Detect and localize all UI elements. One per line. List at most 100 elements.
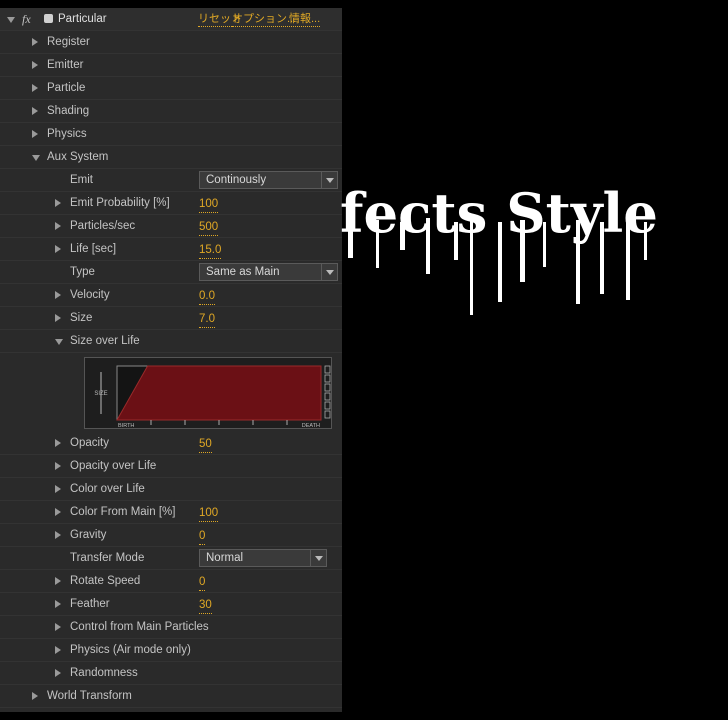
collapsed-triangle-icon[interactable] <box>55 439 61 447</box>
collapsed-triangle-icon[interactable] <box>55 314 61 322</box>
param-row-life-sec[interactable]: Life [sec] 15.0 <box>0 238 342 261</box>
param-value[interactable]: 100 <box>199 196 219 213</box>
param-dropdown[interactable]: Same as Main <box>199 263 338 281</box>
fx-badge[interactable]: fx <box>22 8 31 30</box>
param-label: Physics (Air mode only) <box>70 644 191 656</box>
param-label: Control from Main Particles <box>70 621 209 633</box>
size-over-life-graph[interactable]: SIZE BIRTH DEATH <box>84 357 332 429</box>
param-row-emitter[interactable]: Emitter <box>0 54 342 77</box>
param-dropdown[interactable]: Normal <box>199 549 327 567</box>
collapsed-triangle-icon[interactable] <box>55 531 61 539</box>
collapsed-triangle-icon[interactable] <box>55 600 61 608</box>
expanded-triangle-icon[interactable] <box>32 155 40 161</box>
param-row-control-from-main-particles[interactable]: Control from Main Particles <box>0 616 342 639</box>
chevron-down-icon[interactable] <box>321 172 337 188</box>
collapsed-triangle-icon[interactable] <box>32 38 38 46</box>
param-label: Velocity <box>70 289 110 301</box>
param-value[interactable]: 100 <box>199 505 219 522</box>
param-row-emit[interactable]: Emit Continously <box>0 169 342 192</box>
param-row-size[interactable]: Size 7.0 <box>0 307 342 330</box>
param-label: World Transform <box>47 690 132 702</box>
param-value[interactable]: 0.0 <box>199 288 215 305</box>
collapsed-triangle-icon[interactable] <box>55 245 61 253</box>
param-value[interactable]: 0 <box>199 574 206 591</box>
x-start-label: BIRTH <box>118 423 134 428</box>
param-label: Size over Life <box>70 335 140 347</box>
param-row-physics-air-mode-only[interactable]: Physics (Air mode only) <box>0 639 342 662</box>
collapsed-triangle-icon[interactable] <box>32 692 38 700</box>
collapsed-triangle-icon[interactable] <box>55 669 61 677</box>
collapsed-triangle-icon[interactable] <box>32 61 38 69</box>
param-row-type[interactable]: Type Same as Main <box>0 261 342 284</box>
param-row-velocity[interactable]: Velocity 0.0 <box>0 284 342 307</box>
chevron-down-icon[interactable] <box>310 550 326 566</box>
param-row-randomness[interactable]: Randomness <box>0 662 342 685</box>
graph-preset-button <box>324 410 331 419</box>
param-label: Color over Life <box>70 483 145 495</box>
collapsed-triangle-icon[interactable] <box>55 623 61 631</box>
collapsed-triangle-icon[interactable] <box>55 485 61 493</box>
param-label: Physics <box>47 128 87 140</box>
artwork-title: fects Style <box>340 181 658 245</box>
collapsed-triangle-icon[interactable] <box>32 107 38 115</box>
param-label: Shading <box>47 105 90 117</box>
param-label: Feather <box>70 598 110 610</box>
dropdown-value: Same as Main <box>206 266 280 278</box>
collapsed-triangle-icon[interactable] <box>32 130 38 138</box>
collapsed-triangle-icon[interactable] <box>32 84 38 92</box>
size-curve-fill <box>116 365 322 421</box>
param-row-color-from-main[interactable]: Color From Main [%] 100 <box>0 501 342 524</box>
param-row-register[interactable]: Register <box>0 31 342 54</box>
chevron-down-icon[interactable] <box>321 264 337 280</box>
param-label: Size <box>70 312 93 324</box>
dropdown-value: Normal <box>206 552 244 564</box>
effect-controls-panel: fx Particular リセット オプション... 情報... Regist… <box>0 8 342 712</box>
collapsed-triangle-icon[interactable] <box>55 199 61 207</box>
collapsed-triangle-icon[interactable] <box>55 508 61 516</box>
param-value[interactable]: 15.0 <box>199 242 222 259</box>
param-row-opacity[interactable]: Opacity 50 <box>0 432 342 455</box>
param-row-rotate-speed[interactable]: Rotate Speed 0 <box>0 570 342 593</box>
param-value[interactable]: 50 <box>199 436 212 453</box>
param-row-feather[interactable]: Feather 30 <box>0 593 342 616</box>
expanded-triangle-icon[interactable] <box>55 339 63 345</box>
collapsed-triangle-icon[interactable] <box>55 646 61 654</box>
about-link[interactable]: 情報... <box>289 12 321 27</box>
param-dropdown[interactable]: Continously <box>199 171 338 189</box>
param-row-opacity-over-life[interactable]: Opacity over Life <box>0 455 342 478</box>
param-row-gravity[interactable]: Gravity 0 <box>0 524 342 547</box>
param-row-particles-sec[interactable]: Particles/sec 500 <box>0 215 342 238</box>
collapsed-triangle-icon[interactable] <box>55 291 61 299</box>
param-row-world-transform[interactable]: World Transform <box>0 685 342 708</box>
graph-preset-button <box>324 383 331 392</box>
param-value[interactable]: 30 <box>199 597 212 614</box>
param-value[interactable]: 0 <box>199 528 206 545</box>
param-row-particle[interactable]: Particle <box>0 77 342 100</box>
size-curve-canvas[interactable]: SIZE BIRTH DEATH <box>85 358 331 428</box>
collapsed-triangle-icon[interactable] <box>55 222 61 230</box>
param-row-transfer-mode[interactable]: Transfer Mode Normal <box>0 547 342 570</box>
param-label: Emitter <box>47 59 84 71</box>
param-label: Life [sec] <box>70 243 117 255</box>
param-label: Aux System <box>47 151 109 163</box>
collapsed-triangle-icon[interactable] <box>55 462 61 470</box>
param-label: Transfer Mode <box>70 552 145 564</box>
param-label: Rotate Speed <box>70 575 141 587</box>
param-row-shading[interactable]: Shading <box>0 100 342 123</box>
param-row-aux-system[interactable]: Aux System <box>0 146 342 169</box>
collapse-triangle-icon[interactable] <box>7 17 15 23</box>
param-value[interactable]: 500 <box>199 219 219 236</box>
param-row-size-over-life[interactable]: Size over Life <box>0 330 342 353</box>
param-row-color-over-life[interactable]: Color over Life <box>0 478 342 501</box>
effect-header[interactable]: fx Particular リセット オプション... 情報... <box>0 8 342 31</box>
plugin-name: Particular <box>58 13 107 25</box>
param-value[interactable]: 7.0 <box>199 311 215 328</box>
param-row-physics[interactable]: Physics <box>0 123 342 146</box>
graph-preset-button <box>324 401 331 410</box>
param-label: Particle <box>47 82 86 94</box>
param-label: Randomness <box>70 667 138 679</box>
graph-preset-button <box>324 392 331 401</box>
param-row-emit-probability[interactable]: Emit Probability [%] 100 <box>0 192 342 215</box>
options-link[interactable]: オプション... <box>232 12 297 27</box>
collapsed-triangle-icon[interactable] <box>55 577 61 585</box>
